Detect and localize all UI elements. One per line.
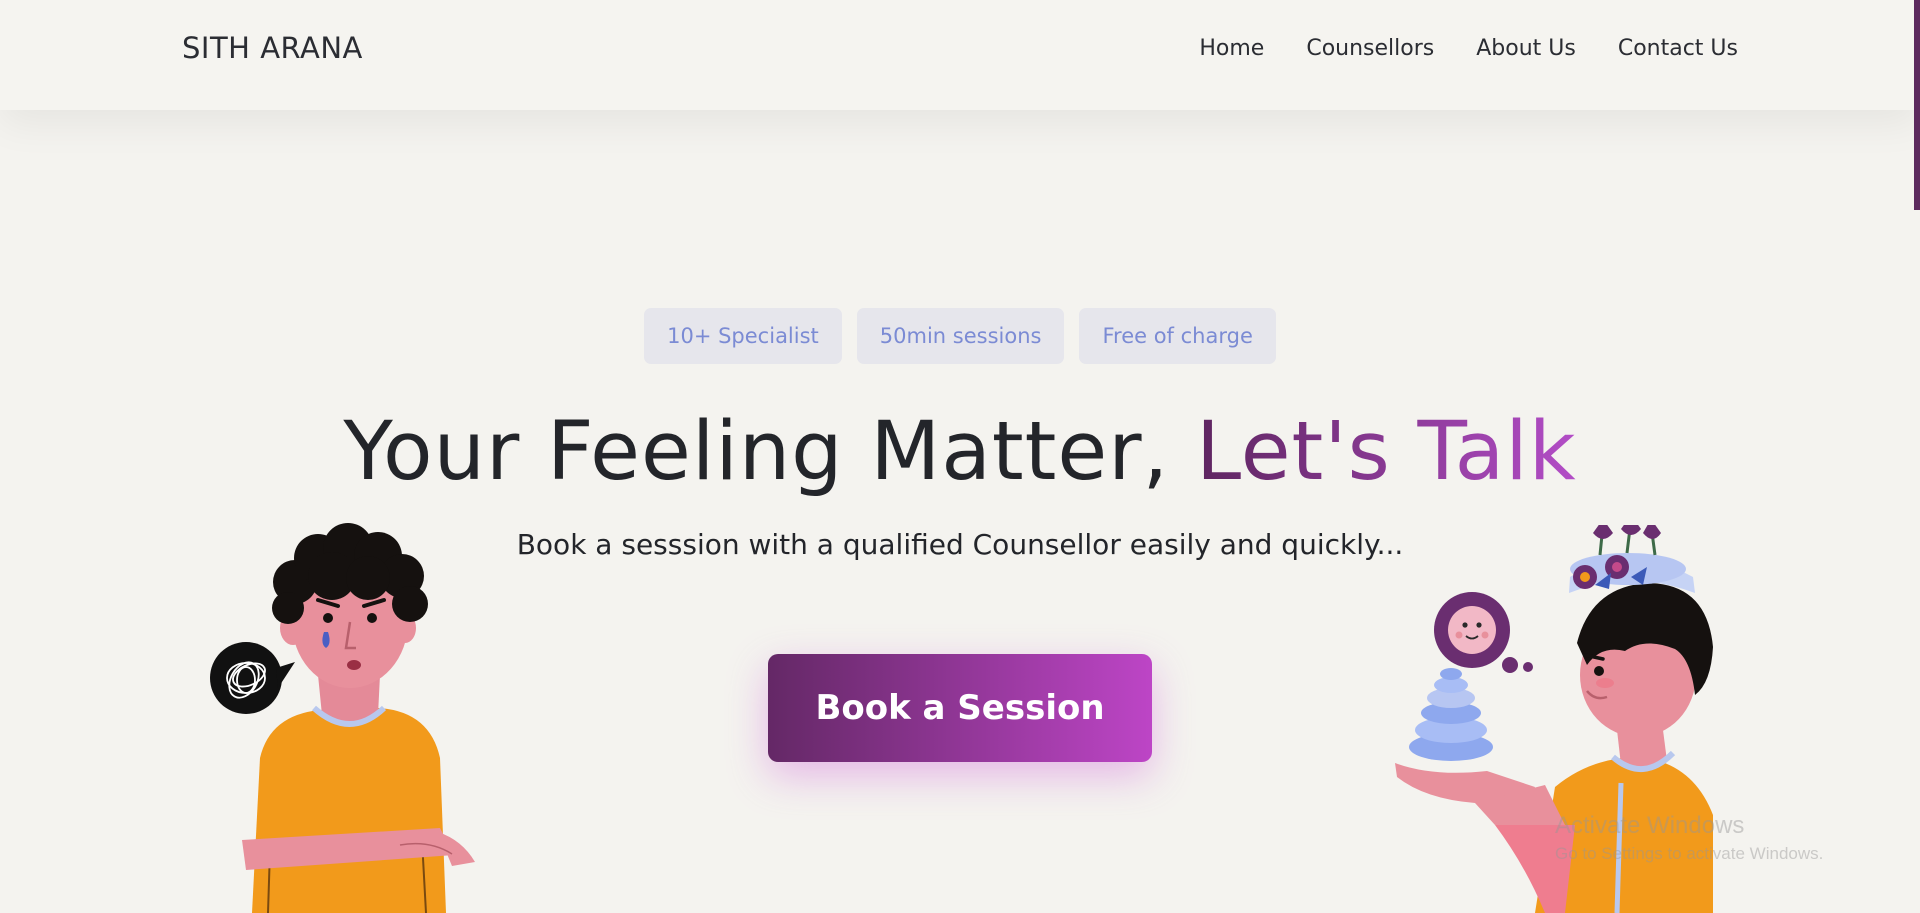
- navbar: SITH ARANA Home Counsellors About Us Con…: [0, 0, 1920, 110]
- feature-pills: 10+ Specialist 50min sessions Free of ch…: [0, 308, 1920, 364]
- nav-links: Home Counsellors About Us Contact Us: [1199, 36, 1738, 61]
- watermark-title: Activate Windows: [1555, 812, 1745, 839]
- sad-person-illustration: [210, 523, 475, 913]
- pill-free: Free of charge: [1079, 308, 1276, 364]
- nav-item-about-us[interactable]: About Us: [1476, 36, 1576, 61]
- windows-activation-watermark: Activate Windows Go to Settings to activ…: [1555, 812, 1823, 864]
- page: SITH ARANA Home Counsellors About Us Con…: [0, 0, 1920, 913]
- scrollbar-thumb[interactable]: [1914, 0, 1920, 210]
- pill-sessions: 50min sessions: [856, 308, 1065, 364]
- nav-item-contact-us[interactable]: Contact Us: [1618, 36, 1738, 61]
- nav-item-home[interactable]: Home: [1199, 36, 1264, 61]
- brand-logo[interactable]: SITH ARANA: [182, 31, 363, 65]
- pill-specialists: 10+ Specialist: [644, 308, 842, 364]
- headline-accent: Let's Talk: [1196, 405, 1577, 499]
- hero-headline: Your Feeling Matter, Let's Talk: [0, 405, 1920, 499]
- nav-item-counsellors[interactable]: Counsellors: [1306, 36, 1434, 61]
- headline-main: Your Feeling Matter,: [343, 405, 1197, 499]
- book-session-button[interactable]: Book a Session: [768, 654, 1152, 762]
- watermark-subtitle: Go to Settings to activate Windows.: [1555, 844, 1824, 863]
